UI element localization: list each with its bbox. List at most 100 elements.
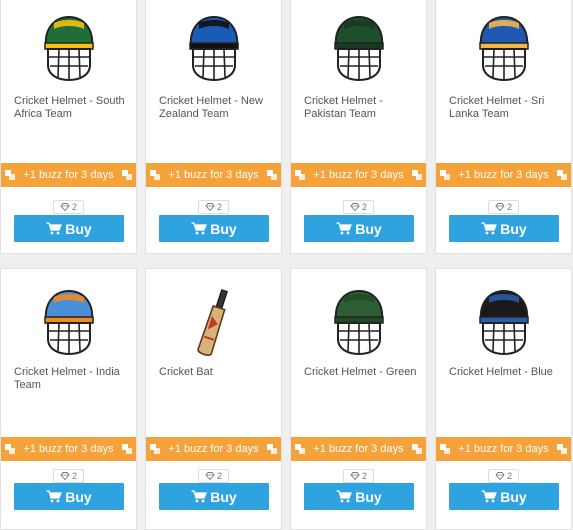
product-image[interactable] [291, 287, 426, 367]
diamond-icon [495, 472, 505, 480]
promo-label: +1 buzz for 3 days [168, 443, 259, 455]
helmet-graphic [333, 15, 384, 82]
diamond-icon [205, 203, 215, 211]
buy-button[interactable]: Buy [304, 215, 414, 242]
cart-icon [336, 490, 353, 503]
helmet-graphic [43, 289, 94, 356]
helmet-graphic [188, 15, 239, 82]
expand-icon [557, 170, 567, 180]
buy-button[interactable]: Buy [449, 483, 559, 510]
cart-icon [46, 222, 63, 235]
promo-banner: +1 buzz for 3 days [146, 163, 281, 187]
expand-icon [557, 444, 567, 454]
product-image[interactable] [436, 287, 571, 367]
price-value: 2 [71, 202, 77, 212]
buy-button[interactable]: Buy [14, 215, 124, 242]
diamond-icon [350, 203, 360, 211]
price-value: 2 [216, 202, 222, 212]
product-card[interactable]: Cricket Helmet - India Team +1 buzz for … [0, 268, 137, 530]
product-title[interactable]: Cricket Helmet - India Team [14, 366, 130, 392]
price-value: 2 [216, 471, 222, 481]
buy-button[interactable]: Buy [449, 215, 559, 242]
buy-label: Buy [355, 220, 382, 237]
promo-label: +1 buzz for 3 days [458, 169, 549, 181]
buy-button[interactable]: Buy [159, 215, 269, 242]
expand-icon [440, 170, 450, 180]
buy-button[interactable]: Buy [159, 483, 269, 510]
buy-label: Buy [355, 488, 382, 505]
product-card[interactable]: Cricket Helmet - Green +1 buzz for 3 day… [290, 268, 427, 530]
price-badge: 2 [342, 469, 374, 483]
product-image[interactable] [436, 13, 571, 93]
price-badge: 2 [52, 469, 84, 483]
buy-label: Buy [65, 488, 92, 505]
price-badge: 2 [52, 200, 84, 214]
cart-icon [481, 222, 498, 235]
expand-icon [267, 444, 277, 454]
expand-icon [440, 444, 450, 454]
price: 2 [1, 200, 136, 214]
expand-icon [412, 444, 422, 454]
expand-icon [295, 444, 305, 454]
product-image[interactable] [1, 13, 136, 93]
product-card[interactable]: Cricket Helmet - Blue +1 buzz for 3 days… [435, 268, 572, 530]
product-card[interactable]: Cricket Helmet - New Zealand Team +1 buz… [145, 0, 282, 254]
cart-icon [336, 222, 353, 235]
helmet-graphic [478, 289, 529, 356]
buy-button[interactable]: Buy [14, 483, 124, 510]
product-title[interactable]: Cricket Helmet - New Zealand Team [159, 95, 275, 121]
promo-banner: +1 buzz for 3 days [291, 437, 426, 461]
expand-icon [150, 444, 160, 454]
product-title[interactable]: Cricket Helmet - Blue [449, 366, 565, 379]
price: 2 [146, 469, 281, 483]
price-value: 2 [506, 471, 512, 481]
product-image[interactable] [1, 287, 136, 367]
expand-icon [122, 170, 132, 180]
product-card[interactable]: Cricket Bat +1 buzz for 3 days 2 Buy [145, 268, 282, 530]
buy-button[interactable]: Buy [304, 483, 414, 510]
price: 2 [436, 200, 571, 214]
price: 2 [291, 469, 426, 483]
product-card[interactable]: Cricket Helmet - Sri Lanka Team +1 buzz … [435, 0, 572, 254]
promo-banner: +1 buzz for 3 days [291, 163, 426, 187]
product-card[interactable]: Cricket Helmet - Pakistan Team +1 buzz f… [290, 0, 427, 254]
diamond-icon [60, 472, 70, 480]
promo-label: +1 buzz for 3 days [168, 169, 259, 181]
product-title[interactable]: Cricket Helmet - South Africa Team [14, 95, 130, 121]
cart-icon [481, 490, 498, 503]
cart-icon [46, 490, 63, 503]
product-title[interactable]: Cricket Helmet - Pakistan Team [304, 95, 420, 121]
price-value: 2 [506, 202, 512, 212]
expand-icon [5, 170, 15, 180]
product-title[interactable]: Cricket Helmet - Sri Lanka Team [449, 95, 565, 121]
cart-icon [191, 222, 208, 235]
price-badge: 2 [197, 469, 229, 483]
price-value: 2 [361, 471, 367, 481]
promo-banner: +1 buzz for 3 days [436, 163, 571, 187]
expand-icon [412, 170, 422, 180]
price-badge: 2 [487, 469, 519, 483]
buy-label: Buy [65, 220, 92, 237]
diamond-icon [205, 472, 215, 480]
buy-label: Buy [210, 488, 237, 505]
product-title[interactable]: Cricket Bat [159, 366, 275, 379]
price: 2 [146, 200, 281, 214]
promo-banner: +1 buzz for 3 days [436, 437, 571, 461]
buy-label: Buy [500, 220, 527, 237]
product-image[interactable] [146, 13, 281, 93]
product-card[interactable]: Cricket Helmet - South Africa Team +1 bu… [0, 0, 137, 254]
promo-banner: +1 buzz for 3 days [1, 163, 136, 187]
price-value: 2 [71, 471, 77, 481]
expand-icon [122, 444, 132, 454]
product-title[interactable]: Cricket Helmet - Green [304, 366, 420, 379]
bat-graphic [196, 289, 228, 356]
product-image[interactable] [146, 287, 281, 367]
product-image[interactable] [291, 13, 426, 93]
buy-label: Buy [210, 220, 237, 237]
promo-label: +1 buzz for 3 days [313, 443, 404, 455]
helmet-graphic [333, 289, 384, 356]
cart-icon [191, 490, 208, 503]
diamond-icon [350, 472, 360, 480]
price-badge: 2 [197, 200, 229, 214]
price: 2 [436, 469, 571, 483]
